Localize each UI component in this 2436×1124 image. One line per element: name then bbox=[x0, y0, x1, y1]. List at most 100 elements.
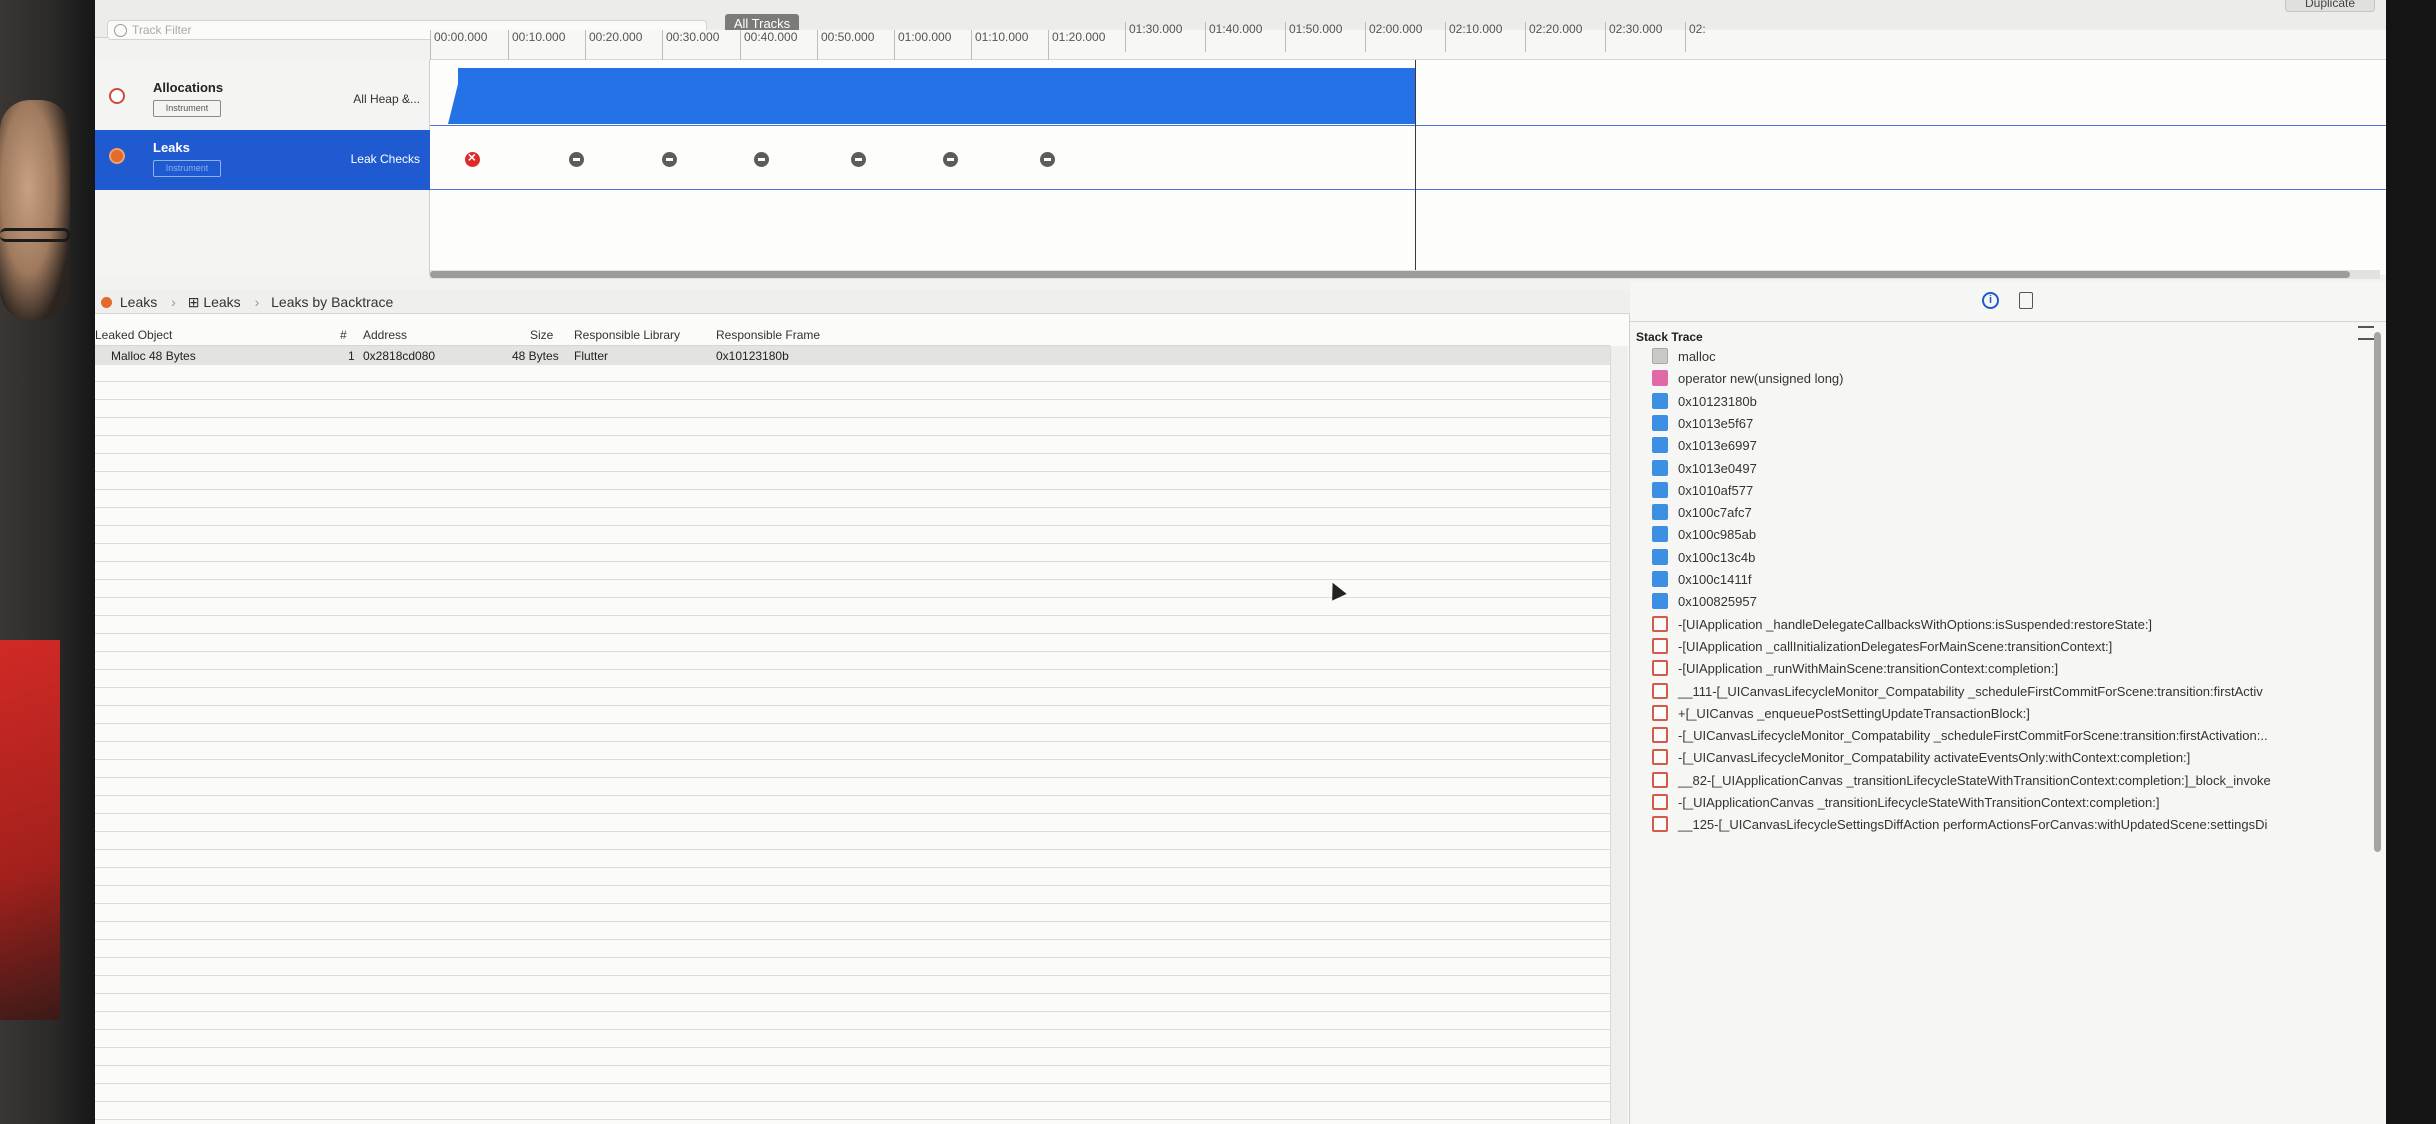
inspector-pane: i Stack Trace malloc operator new(unsigne… bbox=[1630, 282, 2386, 1124]
ruler-tick: 02:10.000 bbox=[1445, 22, 1502, 52]
info-icon[interactable]: i bbox=[1982, 292, 1999, 309]
stack-frame-label: 0x1010af577 bbox=[1678, 482, 1754, 498]
objc-frame-icon bbox=[1652, 771, 1668, 788]
cell-library: Flutter bbox=[574, 349, 609, 363]
table-row[interactable]: Malloc 48 Bytes 1 0x2818cd080 48 Bytes F… bbox=[95, 346, 1610, 365]
objc-frame-icon bbox=[1652, 637, 1668, 654]
stack-frame-label: __125-[_UICanvasLifecycleSettingsDiffAct… bbox=[1678, 817, 2268, 833]
objc-frame-icon bbox=[1652, 615, 1668, 632]
breadcrumb-leaks[interactable]: Leaks bbox=[120, 294, 157, 310]
leak-detected-icon[interactable] bbox=[464, 149, 480, 167]
leak-check-icon[interactable] bbox=[943, 152, 959, 167]
leak-check-icon[interactable] bbox=[661, 152, 677, 167]
ruler-tick: 00:10.000 bbox=[508, 30, 565, 60]
inspector-scrollbar[interactable] bbox=[2370, 322, 2384, 1124]
background-red-object bbox=[0, 640, 60, 1020]
stack-frame[interactable]: operator new(unsigned long) bbox=[1652, 368, 2362, 390]
column-responsible-frame[interactable]: Responsible Frame bbox=[716, 328, 820, 342]
stack-frame[interactable]: -[UIApplication _handleDelegateCallbacks… bbox=[1652, 614, 2362, 636]
column-count[interactable]: # bbox=[340, 328, 347, 342]
stack-frame[interactable]: -[_UICanvasLifecycleMonitor_Compatabilit… bbox=[1652, 725, 2362, 747]
stack-frame[interactable]: -[_UIApplicationCanvas _transitionLifecy… bbox=[1652, 792, 2362, 814]
cell-count: 1 bbox=[348, 349, 355, 363]
stack-frame[interactable]: malloc bbox=[1652, 346, 2362, 368]
stack-frame[interactable]: 0x1010af577 bbox=[1652, 480, 2362, 502]
column-responsible-library[interactable]: Responsible Library bbox=[574, 328, 680, 342]
ruler-tick: 00:40.000 bbox=[740, 30, 797, 60]
photo-frame: Track Filter All Tracks Duplicate 00:00.… bbox=[0, 0, 2436, 1124]
stack-frame[interactable]: __125-[_UICanvasLifecycleSettingsDiffAct… bbox=[1652, 814, 2362, 836]
stack-frame[interactable]: 0x100825957 bbox=[1652, 591, 2362, 613]
track-leaks[interactable]: Leaks Instrument Leak Checks bbox=[95, 130, 430, 190]
breadcrumb-by-backtrace[interactable]: Leaks by Backtrace bbox=[271, 294, 393, 310]
column-size[interactable]: Size bbox=[530, 328, 553, 342]
stack-frame[interactable]: 0x1013e0497 bbox=[1652, 458, 2362, 480]
user-frame-icon bbox=[1652, 526, 1668, 543]
track-area: Allocations Instrument All Heap &... Lea… bbox=[95, 60, 2386, 275]
stack-frame-label: 0x100c985ab bbox=[1678, 527, 1757, 543]
leak-check-icon[interactable] bbox=[754, 152, 770, 167]
track-allocations[interactable]: Allocations Instrument All Heap &... bbox=[95, 70, 430, 130]
ruler-tick: 01:40.000 bbox=[1205, 22, 1262, 52]
stack-frame[interactable]: -[UIApplication _runWithMainScene:transi… bbox=[1652, 658, 2362, 680]
timeline-scrollbar[interactable] bbox=[430, 270, 2380, 279]
ruler-tick: 02: bbox=[1685, 22, 1706, 52]
objc-frame-icon bbox=[1652, 660, 1668, 677]
filter-icon bbox=[114, 24, 127, 37]
column-leaked-object[interactable]: Leaked Object bbox=[95, 328, 172, 342]
stack-frame[interactable]: -[UIApplication _callInitializationDeleg… bbox=[1652, 636, 2362, 658]
user-frame-icon bbox=[1652, 414, 1668, 431]
objc-frame-icon bbox=[1652, 727, 1668, 744]
breadcrumb-leaks-table[interactable]: Leaks bbox=[203, 294, 240, 310]
leak-check-icon[interactable] bbox=[850, 152, 866, 167]
stack-frame[interactable]: 0x100c1411f bbox=[1652, 569, 2362, 591]
leak-check-icon[interactable] bbox=[1039, 152, 1055, 167]
timeline-ruler[interactable]: 00:00.000 00:10.000 00:20.000 00:30.000 … bbox=[430, 22, 2386, 60]
stack-frame-label: -[UIApplication _callInitializationDeleg… bbox=[1678, 638, 2113, 654]
ruler-tick: 00:20.000 bbox=[585, 30, 642, 60]
objc-frame-icon bbox=[1652, 794, 1668, 810]
inspector-tabs: i bbox=[1630, 282, 2386, 322]
stack-frame-label: 0x100c13c4b bbox=[1678, 549, 1756, 565]
leaks-lane[interactable] bbox=[430, 130, 2386, 190]
user-frame-icon bbox=[1652, 437, 1668, 454]
track-filter-placeholder: Track Filter bbox=[132, 23, 192, 37]
stack-frame[interactable]: +[_UICanvas _enqueuePostSettingUpdateTra… bbox=[1652, 703, 2362, 725]
track-title: Leaks bbox=[153, 140, 190, 155]
table-header: Leaked Object # Address Size Responsible… bbox=[95, 324, 1610, 346]
stack-frame-label: 0x100825957 bbox=[1678, 594, 1757, 610]
allocations-heap-graph bbox=[458, 68, 1415, 124]
stack-frame[interactable]: __111-[_UICanvasLifecycleMonitor_Compata… bbox=[1652, 681, 2362, 703]
stack-frame[interactable]: -[_UICanvasLifecycleMonitor_Compatabilit… bbox=[1652, 747, 2362, 769]
stack-frame[interactable]: 0x1013e6997 bbox=[1652, 435, 2362, 457]
allocations-lane[interactable] bbox=[430, 68, 2386, 126]
document-icon[interactable] bbox=[2019, 292, 2033, 309]
ruler-tick: 02:00.000 bbox=[1365, 22, 1422, 52]
table-body bbox=[95, 346, 1610, 1124]
stack-frame[interactable]: 0x1013e5f67 bbox=[1652, 413, 2362, 435]
stack-frame[interactable]: 0x100c985ab bbox=[1652, 524, 2362, 546]
user-frame-icon bbox=[1652, 459, 1668, 476]
playhead[interactable] bbox=[1415, 60, 1416, 275]
stack-frame[interactable]: 0x100c7afc7 bbox=[1652, 502, 2362, 524]
table-icon: ⊞ bbox=[187, 294, 200, 310]
stack-frame[interactable]: __82-[_UIApplicationCanvas _transitionLi… bbox=[1652, 770, 2362, 792]
stack-frame-label: __82-[_UIApplicationCanvas _transitionLi… bbox=[1678, 772, 2271, 788]
timeline-scrollbar-thumb[interactable] bbox=[430, 271, 2350, 278]
objc-frame-icon bbox=[1652, 682, 1668, 699]
instrument-badge: Instrument bbox=[153, 100, 221, 117]
detail-scrollbar[interactable] bbox=[1610, 346, 1628, 1124]
inspector-scrollbar-thumb[interactable] bbox=[2374, 332, 2381, 852]
user-frame-icon bbox=[1652, 504, 1668, 521]
track-lanes[interactable] bbox=[430, 60, 2386, 275]
stack-frame[interactable]: 0x10123180b bbox=[1652, 391, 2362, 413]
ruler-tick: 00:00.000 bbox=[430, 30, 487, 60]
stack-frame[interactable]: 0x100c13c4b bbox=[1652, 547, 2362, 569]
stack-frame-label: 0x10123180b bbox=[1678, 393, 1757, 409]
duplicate-button[interactable]: Duplicate bbox=[2285, 0, 2375, 12]
column-address[interactable]: Address bbox=[363, 328, 407, 342]
user-frame-icon bbox=[1652, 392, 1668, 409]
instruments-window: Track Filter All Tracks Duplicate 00:00.… bbox=[95, 0, 2386, 1124]
leak-check-icon[interactable] bbox=[568, 152, 584, 167]
ruler-tick: 01:50.000 bbox=[1285, 22, 1342, 52]
